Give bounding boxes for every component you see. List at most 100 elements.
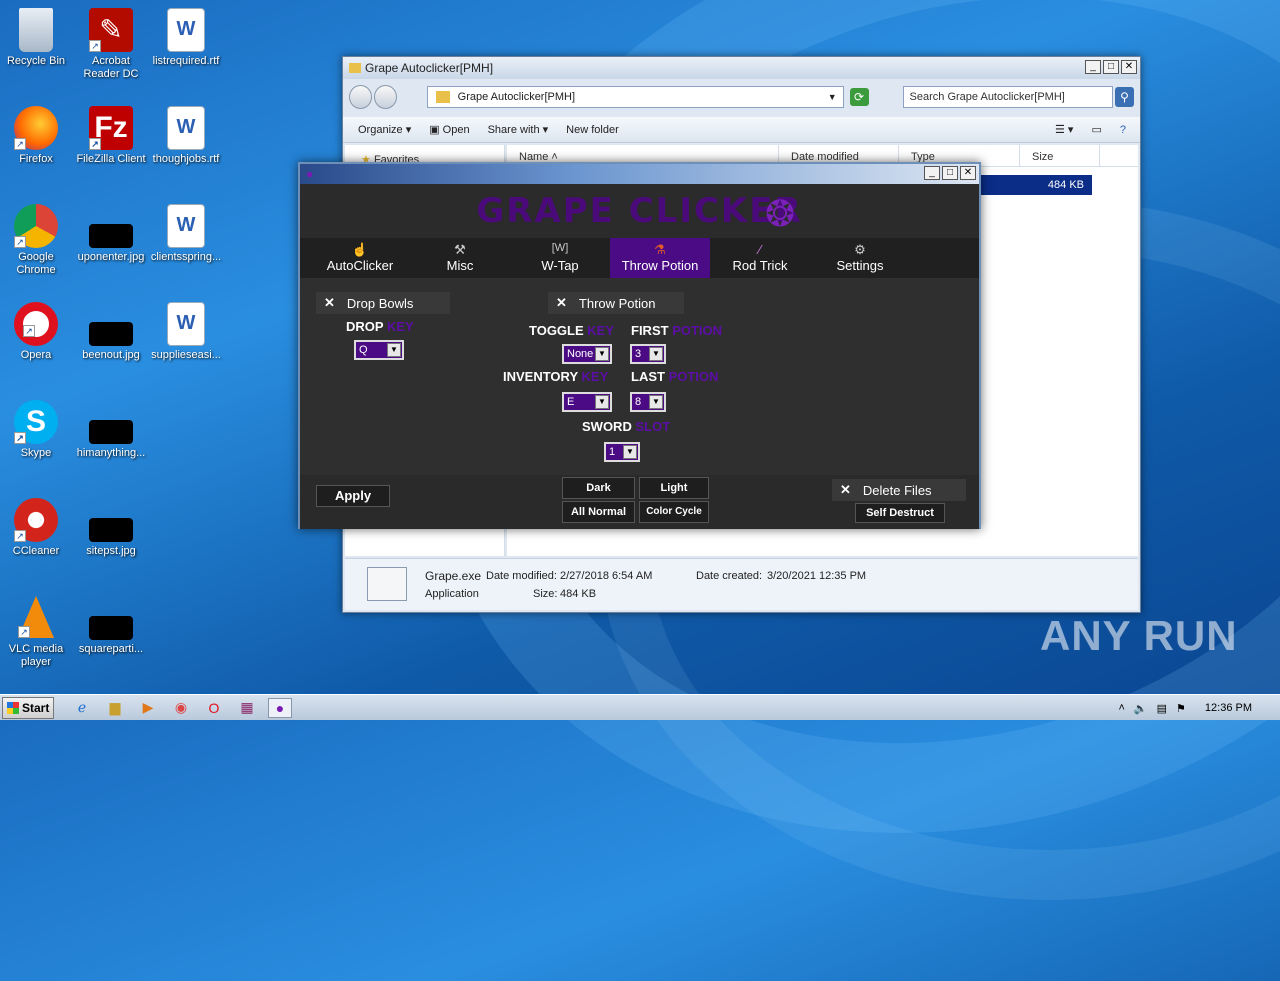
chrome-taskbar-icon[interactable]: ◉	[169, 698, 193, 718]
refresh-button[interactable]: ⟳	[849, 88, 869, 106]
preview-pane-icon[interactable]: ▭	[1091, 123, 1101, 136]
speaker-icon[interactable]: 🔈	[1134, 702, 1148, 715]
maximize-button[interactable]: □	[942, 166, 958, 180]
desktop-icon-sitepst[interactable]: sitepst.jpg	[75, 498, 147, 558]
desktop-icon-acrobat[interactable]: ✎ ↗ Acrobat Reader DC	[75, 8, 147, 81]
desktop-icon-firefox[interactable]: ↗ Firefox	[0, 106, 72, 166]
tab-label: Settings	[836, 258, 884, 273]
tab-misc[interactable]: ⚒ Misc	[410, 238, 510, 278]
chevron-down-icon[interactable]: ▼	[828, 92, 837, 102]
minimize-button[interactable]: _	[924, 166, 940, 180]
desktop-icon-label: thoughjobs.rtf	[152, 153, 220, 165]
desktop-icon-label: sitepst.jpg	[86, 545, 136, 557]
tab-label: Throw Potion	[621, 258, 699, 273]
image-thumbnail-icon	[89, 518, 133, 542]
view-options-icon[interactable]: ☰ ▾	[1055, 123, 1073, 136]
desktop-icon-clientsspring[interactable]: W clientsspring...	[150, 204, 222, 264]
flag-icon[interactable]: ⚑	[1176, 702, 1186, 715]
tab-label: AutoClicker	[326, 258, 394, 273]
media-player-icon[interactable]: ▶	[136, 698, 160, 718]
forward-button[interactable]	[373, 85, 397, 109]
search-input[interactable]: Search Grape Autoclicker[PMH]	[902, 86, 1114, 108]
tab-throw-potion[interactable]: ⚗ Throw Potion	[610, 238, 710, 278]
selected-file-row[interactable]: 484 KB	[979, 175, 1092, 195]
back-button[interactable]	[349, 85, 372, 109]
inventory-key-select[interactable]: E ▼	[562, 392, 612, 412]
close-button[interactable]: ✕	[1121, 60, 1137, 74]
search-icon[interactable]: ⚲	[1115, 87, 1134, 107]
desktop-icon-ccleaner[interactable]: ↗ CCleaner	[0, 498, 72, 558]
light-theme-button[interactable]: Light	[639, 477, 709, 499]
self-destruct-button[interactable]: Self Destruct	[855, 503, 945, 523]
share-with-menu[interactable]: Share with ▾	[488, 123, 549, 136]
desktop-icon-google-chrome[interactable]: ↗ Google Chrome	[0, 204, 72, 277]
maximize-button[interactable]: □	[1103, 60, 1119, 74]
explorer-title: Grape Autoclicker[PMH]	[365, 61, 494, 75]
desktop-icon-label: Recycle Bin	[6, 55, 66, 67]
toggle-key-select[interactable]: None ▼	[562, 344, 612, 364]
opera-taskbar-icon[interactable]: O	[202, 698, 226, 718]
taskbar: Start ℯ ▆ ▶ ◉ O ▦ ● ˄ 🔈 ▤ ⚑ 12:36 PM	[0, 694, 1280, 720]
tab-settings[interactable]: ⚙ Settings	[810, 238, 910, 278]
network-icon[interactable]: ▤	[1157, 702, 1167, 715]
desktop-icon-label: clientsspring...	[150, 251, 222, 263]
desktop-icon-opera[interactable]: ↗ Opera	[0, 302, 72, 362]
help-icon[interactable]: ?	[1120, 124, 1126, 136]
dark-theme-button[interactable]: Dark	[562, 477, 635, 499]
desktop-icon-supplieseasi[interactable]: W supplieseasi...	[150, 302, 222, 362]
throw-potion-checkbox[interactable]: ✕ Throw Potion	[548, 292, 684, 314]
organize-menu[interactable]: Organize ▾	[358, 123, 411, 136]
desktop-icon-beenout[interactable]: beenout.jpg	[75, 302, 147, 362]
apply-button[interactable]: Apply	[316, 485, 390, 507]
last-potion-select[interactable]: 8 ▼	[630, 392, 666, 412]
drop-bowls-label: Drop Bowls	[346, 295, 414, 311]
explorer-title-bar[interactable]: Grape Autoclicker[PMH]	[343, 57, 1140, 79]
tab-autoclicker[interactable]: ☝ AutoClicker	[310, 238, 410, 278]
desktop-icon-vlc[interactable]: ↗ VLC media player	[0, 596, 72, 669]
desktop-icon-label: himanything...	[76, 447, 146, 459]
word-document-icon: W	[167, 106, 205, 150]
chevron-up-icon[interactable]: ˄	[1118, 702, 1124, 714]
start-button[interactable]: Start	[2, 696, 54, 719]
drop-bowls-checkbox[interactable]: ✕ Drop Bowls	[316, 292, 450, 314]
grape-taskbar-icon[interactable]: ●	[268, 697, 292, 718]
delete-files-checkbox[interactable]: ✕ Delete Files	[832, 479, 966, 501]
close-button[interactable]: ✕	[960, 166, 976, 180]
column-size[interactable]: Size	[1020, 145, 1100, 166]
open-button[interactable]: ▣ Open	[429, 123, 469, 136]
desktop-icon-recycle-bin[interactable]: Recycle Bin	[0, 8, 72, 68]
tab-w-tap[interactable]: [W] W-Tap	[510, 238, 610, 278]
desktop-icon-uponenter[interactable]: uponenter.jpg	[75, 204, 147, 264]
check-mark-icon: ✕	[556, 295, 567, 310]
file-explorer-icon[interactable]: ▆	[103, 698, 127, 718]
desktop-icon-thoughjobs[interactable]: W thoughjobs.rtf	[150, 106, 222, 166]
grape-title-bar[interactable]: ● _ □ ✕	[300, 164, 979, 184]
chevron-down-icon: ▼	[595, 395, 609, 409]
new-folder-button[interactable]: New folder	[566, 124, 619, 136]
firefox-icon: ↗	[14, 106, 58, 150]
potion-icon: ⚗	[654, 242, 666, 257]
desktop-icon-skype[interactable]: S ↗ Skype	[0, 400, 72, 460]
address-bar[interactable]: Grape Autoclicker[PMH] ▼	[426, 86, 844, 108]
skype-icon: S ↗	[14, 400, 58, 444]
desktop-icon-listrequired[interactable]: W listrequired.rtf	[150, 8, 222, 68]
internet-explorer-icon[interactable]: ℯ	[70, 698, 94, 718]
desktop-icon-filezilla[interactable]: Fz ↗ FileZilla Client	[75, 106, 147, 166]
address-text: Grape Autoclicker[PMH]	[457, 91, 576, 103]
details-pane: Grape.exe Date modified: 2/27/2018 6:54 …	[345, 558, 1138, 610]
desktop-icon-label: supplieseasi...	[151, 349, 221, 361]
drop-key-select[interactable]: Q ▼	[354, 340, 404, 360]
desktop-icon-label: uponenter.jpg	[77, 251, 145, 263]
winrar-icon[interactable]: ▦	[235, 698, 259, 718]
first-potion-select[interactable]: 3 ▼	[630, 344, 666, 364]
minimize-button[interactable]: _	[1085, 60, 1101, 74]
gear-icon: ⚙	[854, 242, 866, 257]
desktop-icon-himanything[interactable]: himanything...	[75, 400, 147, 460]
all-normal-button[interactable]: All Normal	[562, 501, 635, 523]
desktop-icon-squareparti[interactable]: squareparti...	[75, 596, 147, 656]
tab-rod-trick[interactable]: ⁄ Rod Trick	[710, 238, 810, 278]
sword-slot-select[interactable]: 1 ▼	[604, 442, 640, 462]
clock[interactable]: 12:36 PM	[1205, 702, 1252, 714]
grape-app-icon: ●	[306, 167, 314, 181]
color-cycle-button[interactable]: Color Cycle	[639, 501, 709, 523]
